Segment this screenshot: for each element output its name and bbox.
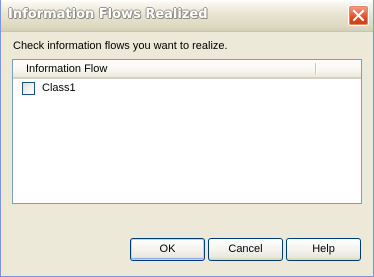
column-header-empty[interactable]: [317, 60, 361, 77]
help-button[interactable]: Help: [286, 238, 361, 261]
list-item[interactable]: Class1: [13, 80, 361, 97]
cancel-button[interactable]: Cancel: [208, 238, 283, 261]
ok-button[interactable]: OK: [130, 238, 205, 261]
window-title: Information Flows Realized: [8, 7, 208, 22]
list-item-label: Class1: [42, 82, 76, 94]
class1-checkbox[interactable]: [22, 82, 35, 95]
column-header-label: Information Flow: [26, 63, 108, 75]
instruction-text: Check information flows you want to real…: [13, 40, 228, 52]
dialog-window: Information Flows Realized Check informa…: [0, 0, 374, 277]
close-icon: [352, 9, 365, 22]
column-header-information-flow[interactable]: Information Flow: [13, 60, 316, 77]
information-flow-list[interactable]: Information Flow Class1: [12, 59, 362, 204]
close-button[interactable]: [348, 5, 369, 26]
list-header: Information Flow: [13, 60, 361, 79]
title-bar[interactable]: Information Flows Realized: [1, 0, 373, 32]
